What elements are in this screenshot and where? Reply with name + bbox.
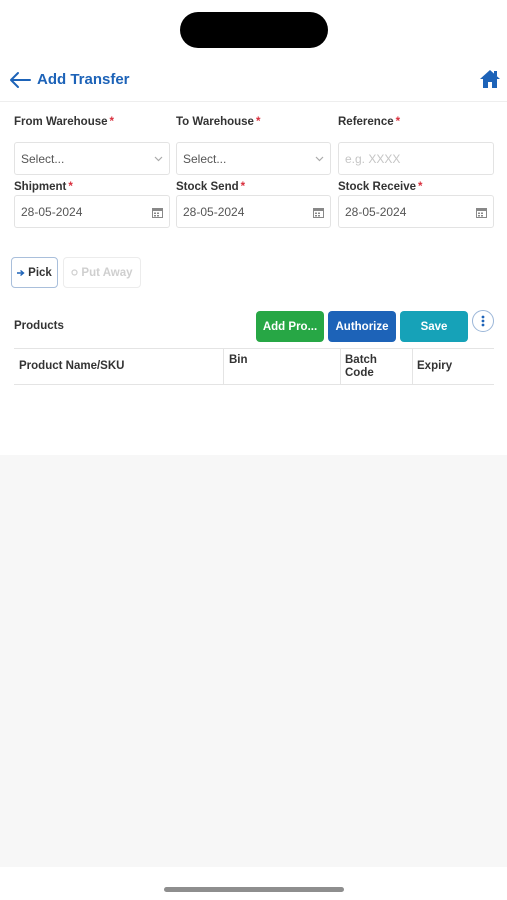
tab-pick[interactable]: Pick: [11, 257, 58, 288]
stock-receive-date-input[interactable]: 28-05-2024: [338, 195, 494, 228]
header-divider: [0, 101, 507, 102]
stock-receive-label: Stock Receive *: [338, 181, 423, 193]
authorize-button[interactable]: Authorize: [328, 311, 396, 342]
reference-label: Reference *: [338, 116, 401, 128]
tab-put-away[interactable]: Put Away: [63, 257, 141, 288]
to-warehouse-select[interactable]: Select...: [176, 142, 331, 175]
arrow-right-icon: [17, 269, 25, 276]
products-heading: Products: [14, 320, 64, 332]
column-header-product-name: Product Name/SKU: [19, 360, 125, 372]
to-warehouse-value: Select...: [183, 151, 227, 166]
app-header: Add Transfer: [0, 62, 507, 98]
arrow-left-icon[interactable]: [8, 70, 32, 90]
calendar-icon[interactable]: [476, 207, 487, 218]
from-warehouse-value: Select...: [21, 151, 65, 166]
stock-send-date-value: 28-05-2024: [183, 204, 245, 219]
add-product-button[interactable]: Add Pro...: [256, 311, 324, 342]
chevron-down-icon: [315, 156, 324, 162]
stock-send-label: Stock Send *: [176, 181, 246, 193]
empty-content-area: [0, 455, 507, 867]
reference-placeholder: e.g. XXXX: [345, 151, 401, 166]
from-warehouse-select[interactable]: Select...: [14, 142, 170, 175]
column-header-expiry: Expiry: [412, 349, 494, 385]
to-warehouse-label: To Warehouse *: [176, 116, 261, 128]
calendar-icon[interactable]: [313, 207, 324, 218]
calendar-icon[interactable]: [152, 207, 163, 218]
tab-put-away-label: Put Away: [81, 266, 133, 279]
stock-send-date-input[interactable]: 28-05-2024: [176, 195, 331, 228]
circle-icon: [71, 269, 79, 276]
device-notch: [180, 12, 328, 48]
products-table: Product Name/SKU Bin Batch Code Expiry: [14, 348, 494, 385]
from-warehouse-label: From Warehouse *: [14, 116, 114, 128]
chevron-down-icon: [154, 156, 163, 162]
stock-receive-date-value: 28-05-2024: [345, 204, 407, 219]
shipment-date-input[interactable]: 28-05-2024: [14, 195, 170, 228]
more-options-button[interactable]: [472, 310, 494, 332]
shipment-label: Shipment *: [14, 181, 73, 193]
column-header-bin: Bin: [223, 349, 340, 385]
tab-pick-label: Pick: [28, 266, 52, 279]
shipment-date-value: 28-05-2024: [21, 204, 83, 219]
more-vertical-icon: [481, 315, 485, 327]
save-button[interactable]: Save: [400, 311, 468, 342]
home-icon[interactable]: [479, 68, 501, 90]
column-header-batch-code: Batch Code: [340, 349, 412, 385]
reference-input[interactable]: e.g. XXXX: [338, 142, 494, 175]
home-indicator: [164, 887, 344, 892]
page-title: Add Transfer: [37, 71, 130, 88]
